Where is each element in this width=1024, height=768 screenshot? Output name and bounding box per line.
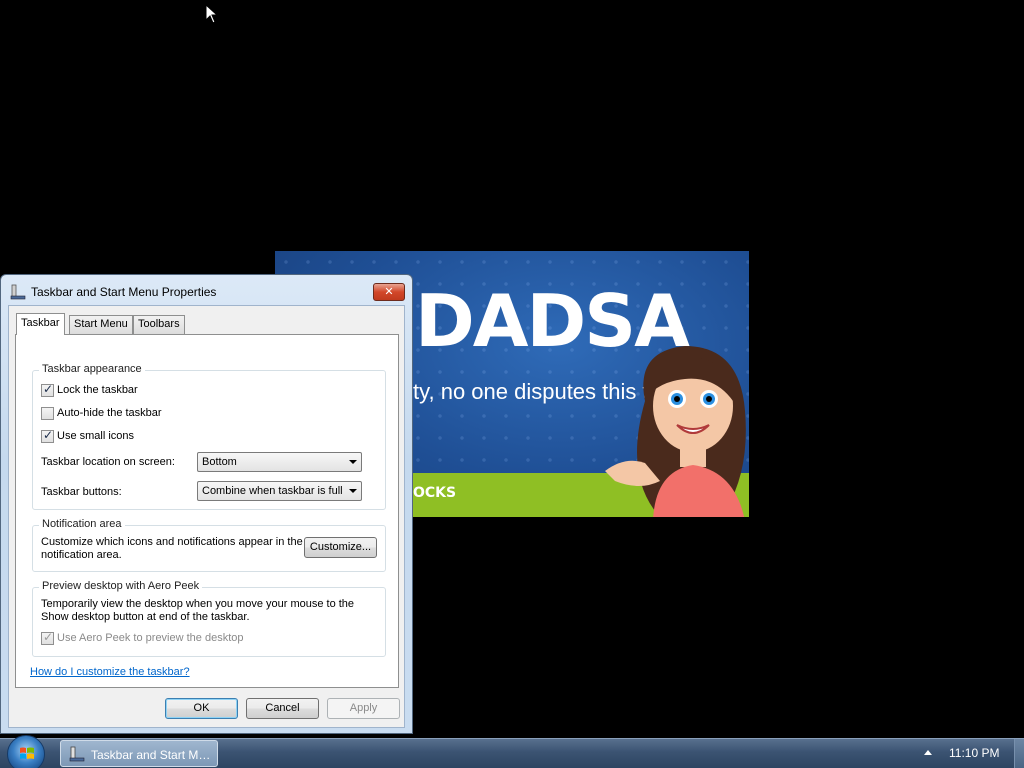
taskbar-properties-icon xyxy=(10,284,26,300)
tab-start-menu[interactable]: Start Menu xyxy=(69,315,133,334)
show-desktop-button[interactable] xyxy=(1014,739,1024,768)
cartoon-girl-illustration xyxy=(605,346,746,517)
checkmark-icon: ✓ xyxy=(43,428,54,442)
tab-toolbars[interactable]: Toolbars xyxy=(133,315,185,334)
taskbar-window-button[interactable]: Taskbar and Start Me... xyxy=(60,740,218,767)
dialog-title: Taskbar and Start Menu Properties xyxy=(31,285,217,299)
notification-area-title: Notification area xyxy=(39,518,125,530)
ok-button[interactable]: OK xyxy=(165,698,238,719)
small-icons-label[interactable]: Use small icons xyxy=(57,430,134,442)
small-icons-checkbox[interactable]: ✓ xyxy=(41,428,54,443)
banner-footer-text: OCKS xyxy=(413,485,457,501)
notification-area-group: Notification area Customize which icons … xyxy=(32,518,386,572)
taskbar-buttons-label: Taskbar buttons: xyxy=(41,486,122,498)
customize-button[interactable]: Customize... xyxy=(304,537,377,558)
taskbar-window-label: Taskbar and Start Me... xyxy=(91,748,215,762)
aero-peek-label[interactable]: Use Aero Peek to preview the desktop xyxy=(57,632,244,644)
dialog-titlebar[interactable]: Taskbar and Start Menu Properties ✕ xyxy=(1,275,412,305)
help-link[interactable]: How do I customize the taskbar? xyxy=(30,666,190,678)
lock-taskbar-label[interactable]: Lock the taskbar xyxy=(57,384,138,396)
notification-description: Customize which icons and notifications … xyxy=(41,536,303,561)
aero-peek-description: Temporarily view the desktop when you mo… xyxy=(41,598,355,623)
chevron-down-icon xyxy=(349,460,357,464)
windows-logo-icon xyxy=(20,747,34,759)
taskbar-properties-dialog: Taskbar and Start Menu Properties ✕ Task… xyxy=(0,274,413,734)
taskbar-appearance-group: Taskbar appearance ✓ Lock the taskbar Au… xyxy=(32,363,386,510)
checkmark-icon: ✓ xyxy=(43,382,54,396)
location-dropdown-value: Bottom xyxy=(202,456,237,468)
show-hidden-icons-icon[interactable] xyxy=(924,750,932,755)
location-dropdown[interactable]: Bottom xyxy=(197,452,362,472)
taskbar-buttons-dropdown-value: Combine when taskbar is full xyxy=(202,485,343,497)
tab-taskbar[interactable]: Taskbar xyxy=(16,313,65,335)
auto-hide-checkbox[interactable] xyxy=(41,407,54,420)
aero-peek-checkbox[interactable]: ✓ xyxy=(41,630,54,645)
chevron-down-icon xyxy=(349,489,357,493)
checkmark-icon: ✓ xyxy=(43,630,54,644)
cancel-button[interactable]: Cancel xyxy=(246,698,319,719)
taskbar-buttons-dropdown[interactable]: Combine when taskbar is full xyxy=(197,481,362,501)
auto-hide-label[interactable]: Auto-hide the taskbar xyxy=(57,407,162,419)
lock-taskbar-checkbox[interactable]: ✓ xyxy=(41,382,54,397)
taskbar-properties-icon xyxy=(69,746,85,762)
close-button[interactable]: ✕ xyxy=(373,283,405,301)
mouse-cursor-icon xyxy=(205,4,219,24)
start-button[interactable] xyxy=(7,735,45,768)
system-clock[interactable]: 11:10 PM xyxy=(949,746,999,760)
location-label: Taskbar location on screen: xyxy=(41,456,175,468)
aero-peek-title: Preview desktop with Aero Peek xyxy=(39,580,203,592)
windows-taskbar: Taskbar and Start Me... 11:10 PM xyxy=(0,735,1024,768)
dialog-client-area: Taskbar Start Menu Toolbars Taskbar appe… xyxy=(8,305,405,728)
apply-button[interactable]: Apply xyxy=(327,698,400,719)
taskbar-tab-panel: Taskbar appearance ✓ Lock the taskbar Au… xyxy=(15,334,399,688)
aero-peek-group: Preview desktop with Aero Peek Temporari… xyxy=(32,580,386,657)
taskbar-appearance-title: Taskbar appearance xyxy=(39,363,145,375)
